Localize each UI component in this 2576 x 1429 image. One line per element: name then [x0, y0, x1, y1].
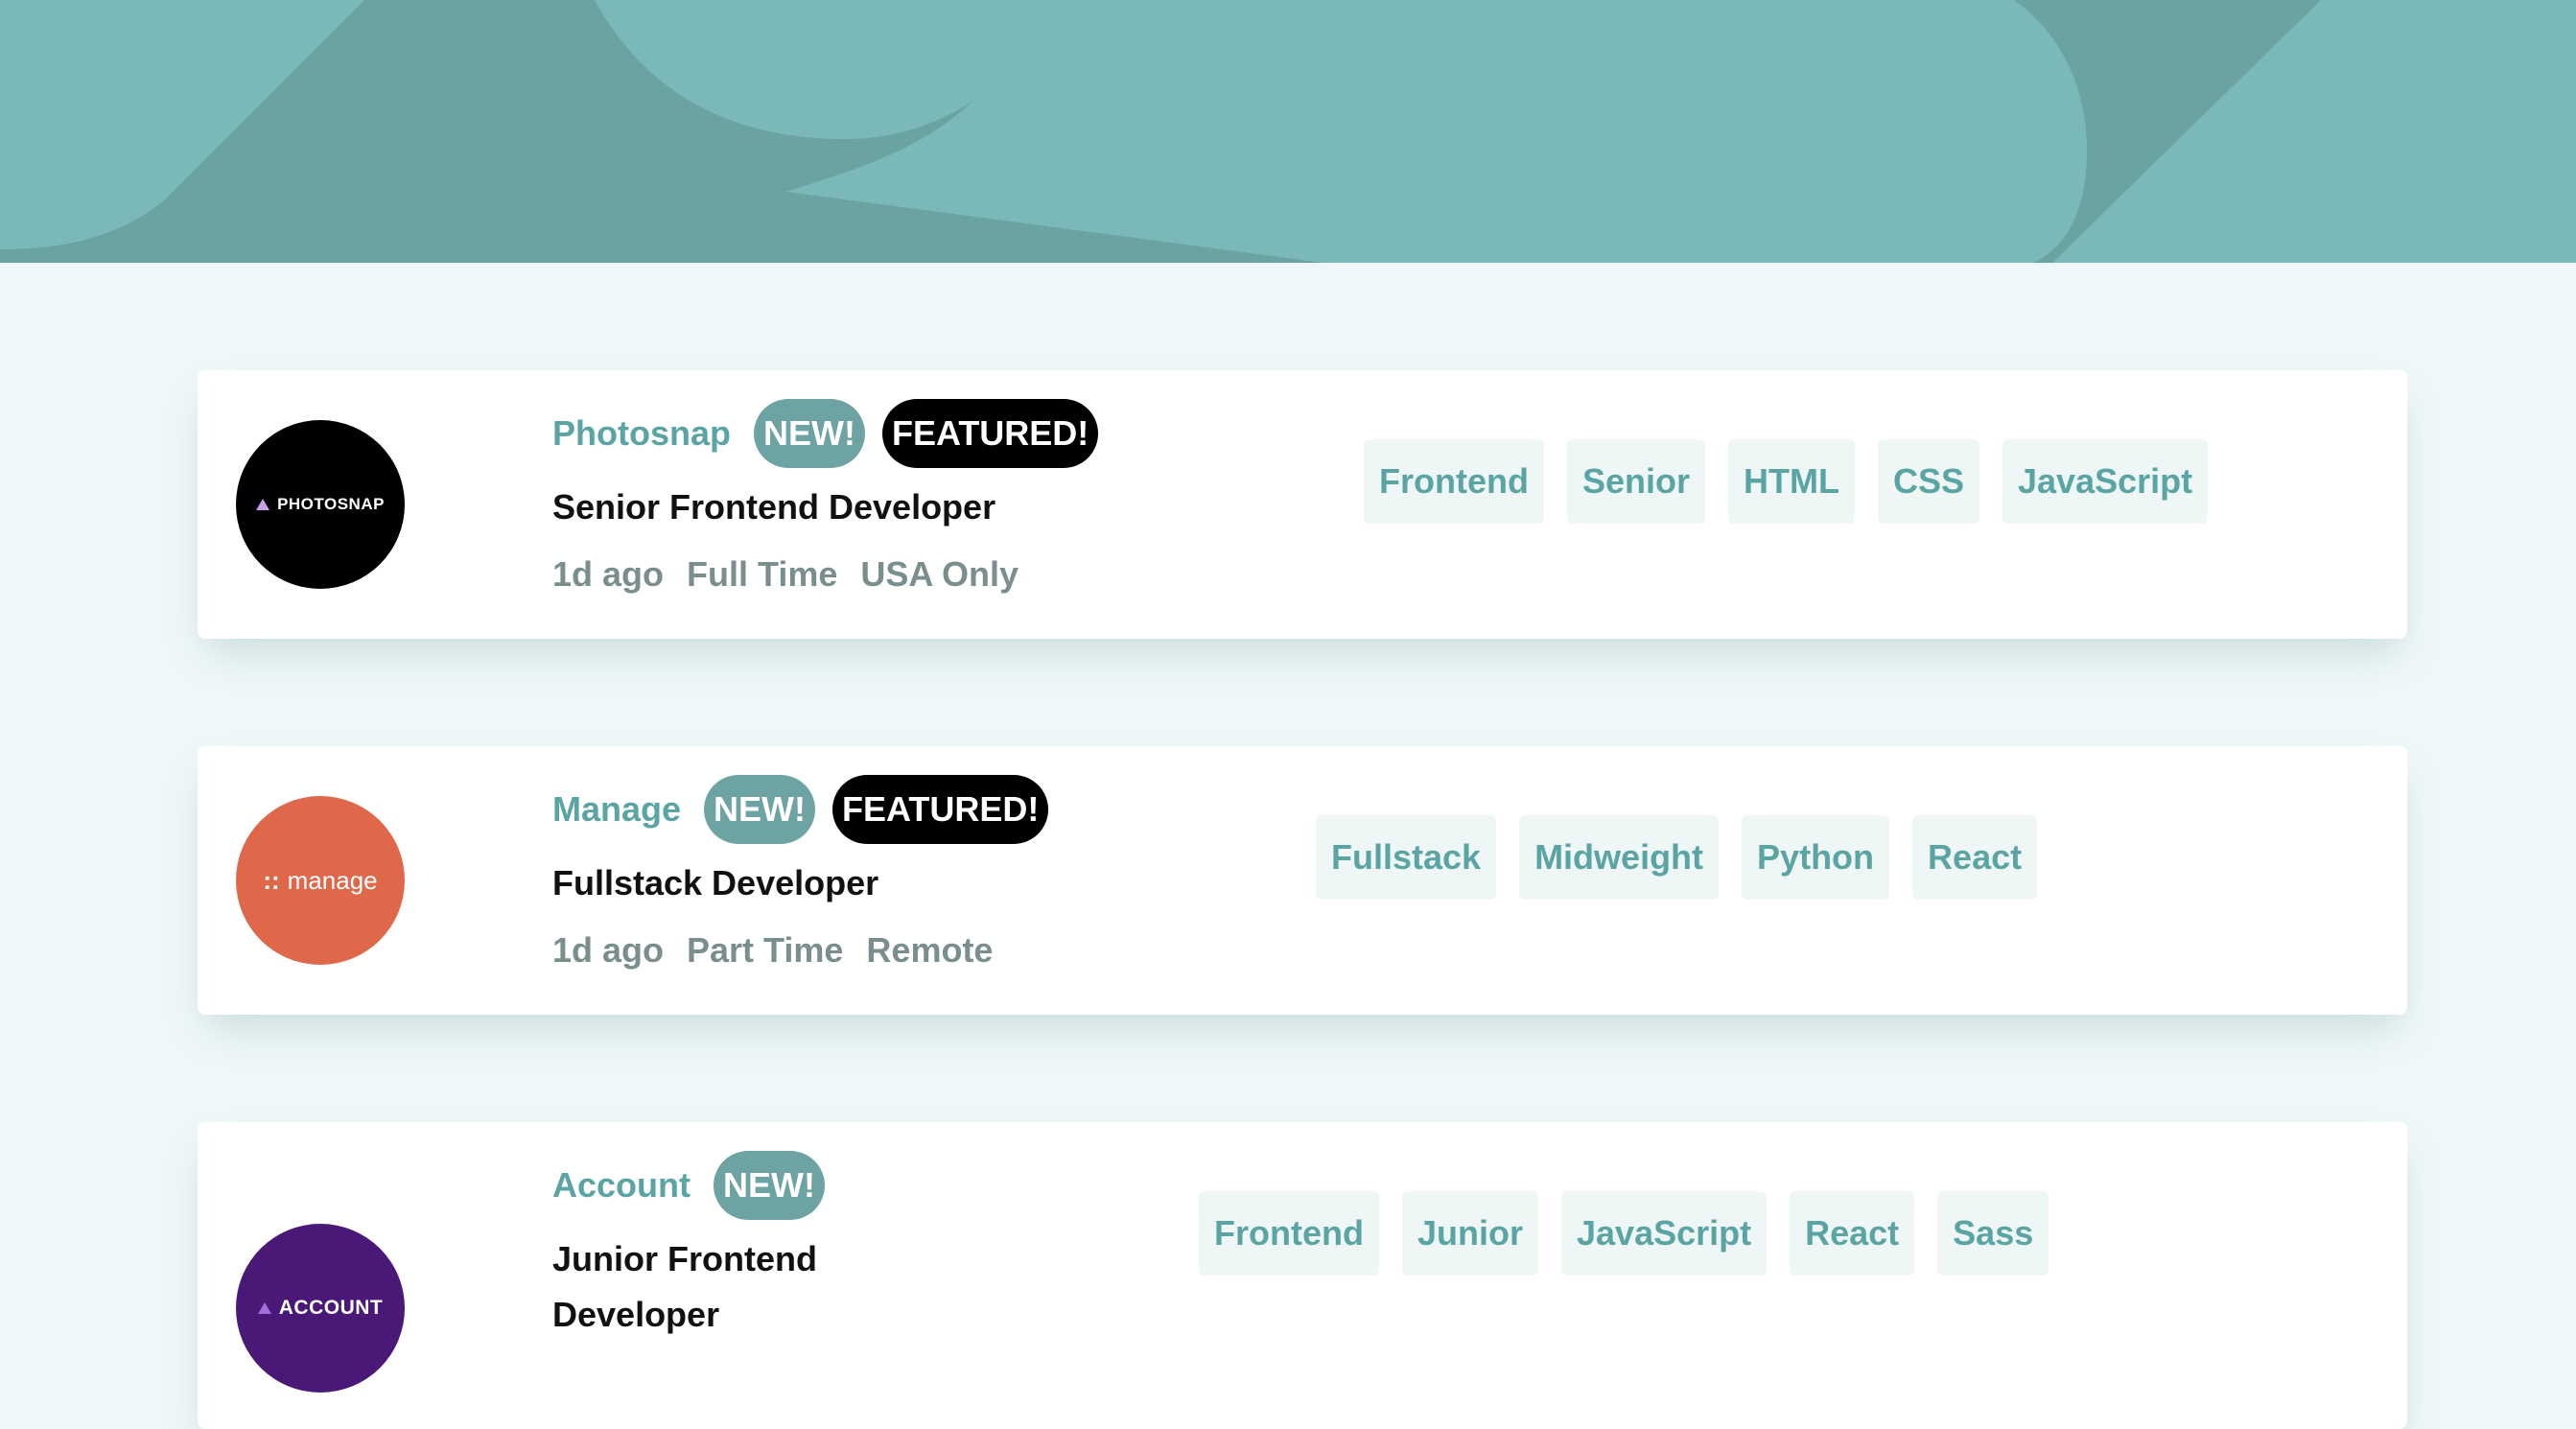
job-location: USA Only: [860, 554, 1019, 594]
posted-at: 1d ago: [552, 930, 665, 970]
job-card-photosnap[interactable]: PHOTOSNAP Photosnap NEW! FEATURED! Senio…: [198, 370, 2407, 639]
logo-text: ACCOUNT: [278, 1297, 384, 1319]
tag-sass[interactable]: Sass: [1937, 1191, 2049, 1276]
mountain-icon: [257, 1302, 271, 1314]
tag-frontend[interactable]: Frontend: [1199, 1191, 1379, 1276]
featured-badge: FEATURED!: [881, 399, 1099, 468]
logo-text: PHOTOSNAP: [277, 495, 385, 513]
header-pattern: [0, 0, 2576, 263]
tag-fullstack[interactable]: Fullstack: [1316, 815, 1497, 900]
tag-frontend[interactable]: Frontend: [1364, 439, 1544, 524]
tag-react[interactable]: React: [1790, 1191, 1915, 1276]
job-info: Account NEW! Junior Frontend Developer: [552, 1151, 859, 1343]
job-position[interactable]: Senior Frontend Developer: [552, 480, 1115, 535]
company-logo: PHOTOSNAP: [236, 420, 405, 589]
job-info: Manage NEW! FEATURED! Fullstack Develope…: [552, 775, 1066, 971]
logo-text: manage: [287, 865, 378, 895]
contract-type: Part Time: [687, 930, 844, 970]
job-info: Photosnap NEW! FEATURED! Senior Frontend…: [552, 399, 1115, 595]
job-card-account[interactable]: ACCOUNT Account NEW! Junior Frontend Dev…: [198, 1122, 2407, 1429]
tag-midweight[interactable]: Midweight: [1519, 815, 1720, 900]
tag-senior[interactable]: Senior: [1566, 439, 1706, 524]
company-logo: ACCOUNT: [236, 1224, 405, 1393]
logo-dots: ::: [263, 865, 280, 895]
job-tags: Fullstack Midweight Python React: [1316, 815, 2038, 900]
tag-javascript[interactable]: JavaScript: [2002, 439, 2209, 524]
tag-junior[interactable]: Junior: [1401, 1191, 1538, 1276]
tag-html[interactable]: HTML: [1728, 439, 1855, 524]
job-meta: 1d ago Part Time Remote: [552, 930, 1066, 971]
company-name[interactable]: Account: [552, 1165, 691, 1206]
new-badge: NEW!: [714, 1151, 825, 1220]
job-location: Remote: [866, 930, 994, 970]
tag-react[interactable]: React: [1912, 815, 2038, 900]
header-banner: [0, 0, 2576, 263]
posted-at: 1d ago: [552, 554, 665, 594]
tag-css[interactable]: CSS: [1877, 439, 1980, 524]
contract-type: Full Time: [687, 554, 838, 594]
featured-badge: FEATURED!: [832, 775, 1049, 844]
job-tags: Frontend Junior JavaScript React Sass: [1199, 1191, 2049, 1276]
new-badge: NEW!: [754, 399, 865, 468]
job-position[interactable]: Fullstack Developer: [552, 855, 1066, 911]
triangle-icon: [256, 499, 270, 510]
job-tags: Frontend Senior HTML CSS JavaScript: [1364, 439, 2209, 524]
company-name[interactable]: Photosnap: [552, 413, 731, 454]
job-position[interactable]: Junior Frontend Developer: [552, 1231, 859, 1343]
new-badge: NEW!: [704, 775, 816, 844]
job-card-manage[interactable]: :: manage Manage NEW! FEATURED! Fullstac…: [198, 746, 2407, 1015]
job-meta: 1d ago Full Time USA Only: [552, 554, 1115, 595]
tag-javascript[interactable]: JavaScript: [1561, 1191, 1768, 1276]
company-name[interactable]: Manage: [552, 789, 681, 830]
company-logo: :: manage: [236, 796, 405, 965]
tag-python[interactable]: Python: [1742, 815, 1890, 900]
